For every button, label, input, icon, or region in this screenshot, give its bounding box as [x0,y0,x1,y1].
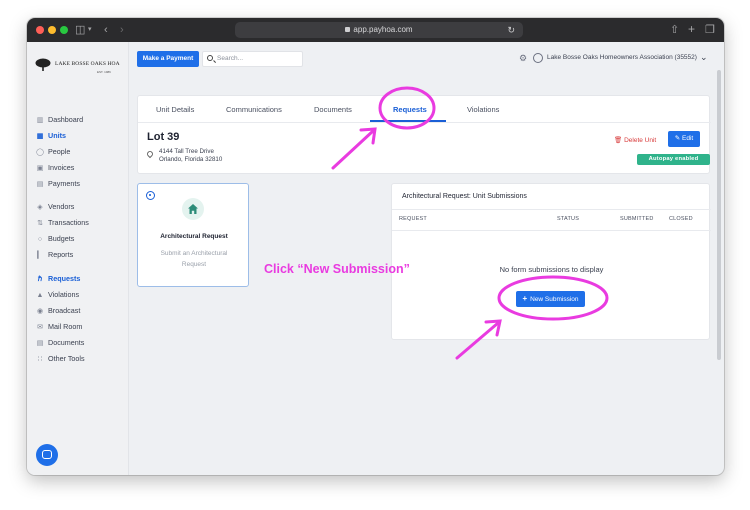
tab-overview-icon[interactable]: ❐ [705,23,715,37]
lock-icon [345,27,351,32]
sidebar-item-mail-room[interactable]: ✉ Mail Room [35,321,82,333]
units-icon: ▦ [36,133,44,140]
zoom-window-button[interactable] [60,26,68,34]
minimize-window-button[interactable] [48,26,56,34]
tab-requests[interactable]: Requests [393,105,427,114]
tab-documents[interactable]: Documents [314,105,352,114]
other-tools-icon: ∷ [37,356,43,363]
share-icon[interactable]: ⇧ [670,23,679,37]
documents-icon: ▤ [36,340,44,347]
browser-titlebar: ◫ ▾ ‹ › app.payhoa.com ↻ ⇧ + ❐ [27,18,724,42]
sidebar-item-reports[interactable]: ▎ Reports [35,249,73,261]
instruction-callout: Click “New Submission” [264,262,410,276]
invoices-icon: ▣ [36,165,44,172]
sidebar-item-violations[interactable]: ▲ Violations [35,289,80,301]
address-bar[interactable]: app.payhoa.com ↻ [235,22,523,38]
trash-icon: 🗑 [614,137,623,144]
requests-icon: ℏ [37,276,43,283]
reload-icon[interactable]: ↻ [507,22,515,38]
reports-icon: ▎ [37,252,43,259]
sidebar-item-invoices[interactable]: ▣ Invoices [35,162,75,174]
column-header-status: STATUS [557,216,580,222]
make-payment-button[interactable]: Make a Payment [137,51,199,67]
sidebar-item-units[interactable]: ▦ Units [35,130,66,142]
page-title: Lot 39 [147,131,180,143]
new-tab-icon[interactable]: + [688,22,695,36]
home-icon [182,198,204,220]
plus-icon: + [522,294,528,303]
submissions-title: Architectural Request: Unit Submissions [402,193,527,200]
chevron-down-icon[interactable]: ⌄ [700,52,708,63]
chat-icon [42,450,52,459]
avatar[interactable] [533,53,543,63]
logo-text: LAKE BOSSE OAKS HOA [55,61,120,67]
sidebar-toggle-icon[interactable]: ◫ [75,23,85,37]
dashboard-icon: ▥ [36,117,44,124]
gear-icon[interactable]: ⚙ [519,53,527,64]
delete-unit-button[interactable]: 🗑 Delete Unit [614,136,656,144]
sidebar-item-documents[interactable]: ▤ Documents [35,337,85,349]
browser-window: ◫ ▾ ‹ › app.payhoa.com ↻ ⇧ + ❐ LAKE BOSS… [27,18,724,475]
pencil-icon: ✎ [674,135,681,142]
form-card-description: Submit an Architectural Request [160,250,228,268]
architectural-request-card[interactable]: Architectural Request Submit an Architec… [137,183,249,287]
table-header-divider [392,230,711,231]
form-card-title: Architectural Request [160,233,228,240]
location-pin-icon [145,149,155,159]
tab-divider [138,122,711,123]
sidebar-item-other-tools[interactable]: ∷ Other Tools [35,353,85,365]
transactions-icon: ⇅ [37,220,43,227]
sidebar-item-transactions[interactable]: ⇅ Transactions [35,217,89,229]
logo-subtext: EST. 1986 [97,70,111,74]
address-line-2: Orlando, Florida 32810 [159,156,223,163]
back-icon[interactable]: ‹ [104,23,108,37]
tab-violations[interactable]: Violations [467,105,499,114]
mail-room-icon: ✉ [37,324,43,331]
people-icon: ◯ [36,149,44,156]
budgets-icon: ○ [37,236,43,243]
chat-support-button[interactable] [36,444,58,466]
unit-header-card: Unit Details Communications Documents Re… [137,95,711,174]
column-header-submitted: SUBMITTED [620,216,654,222]
violations-icon: ▲ [36,292,44,299]
hoa-logo[interactable]: LAKE BOSSE OAKS HOA EST. 1986 [35,58,120,74]
search-input[interactable]: Search... [202,51,303,67]
edit-button[interactable]: ✎ Edit [668,131,700,147]
oak-tree-icon [35,58,51,71]
vendors-icon: ◈ [37,204,43,211]
payments-icon: ▤ [36,181,44,188]
search-icon [207,55,213,61]
autopay-badge: Autopay enabled [637,154,710,165]
tab-unit-details[interactable]: Unit Details [156,105,194,114]
page-scrollbar[interactable] [717,70,721,360]
sidebar-item-vendors[interactable]: ◈ Vendors [35,201,74,213]
chevron-down-icon[interactable]: ▾ [88,23,92,37]
new-submission-button[interactable]: + New Submission [516,291,585,307]
submissions-panel: Architectural Request: Unit Submissions … [391,183,711,340]
empty-state-text: No form submissions to display [499,265,604,274]
panel-divider [392,209,711,210]
unit-address: 4144 Tall Tree Drive Orlando, Florida 32… [159,148,222,164]
sidebar-item-requests[interactable]: ℏ Requests [35,273,81,285]
sidebar-item-payments[interactable]: ▤ Payments [35,178,80,190]
column-header-request: REQUEST [399,216,427,222]
sidebar-item-people[interactable]: ◯ People [35,146,70,158]
organization-name[interactable]: Lake Bosse Oaks Homeowners Association (… [547,54,697,61]
tab-communications[interactable]: Communications [226,105,282,114]
sidebar-item-broadcast[interactable]: ◉ Broadcast [35,305,80,317]
address-line-1: 4144 Tall Tree Drive [159,148,214,155]
search-placeholder: Search... [217,55,244,62]
forward-icon[interactable]: › [120,23,124,37]
close-window-button[interactable] [36,26,44,34]
broadcast-icon: ◉ [36,308,44,315]
sidebar-item-budgets[interactable]: ○ Budgets [35,233,75,245]
url-text: app.payhoa.com [353,25,413,34]
sidebar: LAKE BOSSE OAKS HOA EST. 1986 ▥ Dashboard… [27,42,129,475]
add-circle-icon[interactable] [146,191,155,200]
sidebar-item-dashboard[interactable]: ▥ Dashboard [35,114,83,126]
column-header-closed: CLOSED [669,216,693,222]
